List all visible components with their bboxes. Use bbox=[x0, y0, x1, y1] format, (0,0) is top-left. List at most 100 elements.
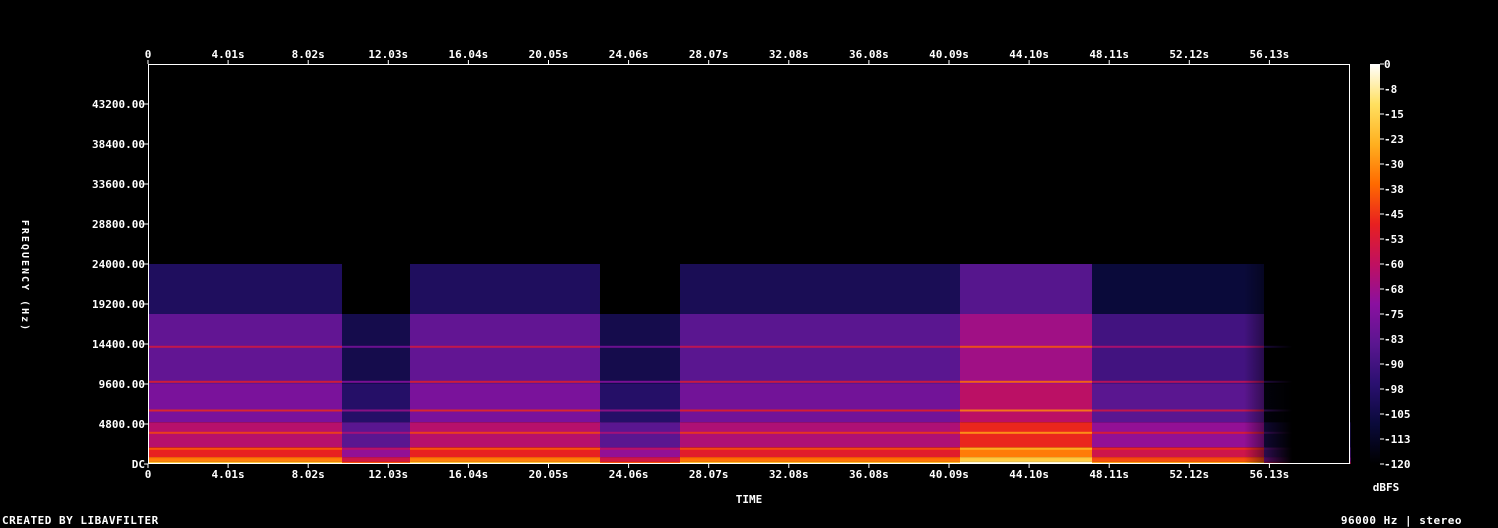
x-tick-label-bottom: 44.10s bbox=[1009, 468, 1049, 481]
y-tick-label: 38400.00 bbox=[92, 138, 145, 151]
x-tick-label-top: 8.02s bbox=[292, 48, 325, 61]
heat-cell bbox=[600, 422, 681, 448]
harmonic-line bbox=[410, 457, 600, 460]
colorbar-tick-label: -113 bbox=[1384, 433, 1411, 446]
y-tick-label: DC bbox=[132, 458, 145, 471]
heat-cell bbox=[960, 384, 1093, 423]
y-tick-label: 33600.00 bbox=[92, 178, 145, 191]
harmonic-line bbox=[1092, 409, 1264, 412]
harmonic-line bbox=[1092, 457, 1264, 460]
heat-cell bbox=[1092, 384, 1265, 423]
x-tick-label-top: 20.05s bbox=[529, 48, 569, 61]
heat-cell bbox=[600, 384, 681, 423]
colorbar-tick-label: -90 bbox=[1384, 358, 1404, 371]
x-tick-label-top: 48.11s bbox=[1089, 48, 1129, 61]
x-tick-label-top: 12.03s bbox=[368, 48, 408, 61]
harmonic-line bbox=[960, 345, 1092, 348]
harmonic-line bbox=[960, 447, 1092, 450]
heat-cell bbox=[148, 264, 343, 314]
heat-cell bbox=[1092, 422, 1265, 448]
y-tick-label: 43200.00 bbox=[92, 98, 145, 111]
colorbar-tick-label: -23 bbox=[1384, 133, 1404, 146]
x-ticks-top: 0 4.01s 8.02s 12.03s 16.04s 20.05s 24.06s 28.07… bbox=[145, 48, 1290, 64]
heat-cell bbox=[960, 264, 1093, 314]
x-tick-label-bottom: 20.05s bbox=[529, 468, 569, 481]
harmonic-line bbox=[600, 380, 680, 383]
heat-cell bbox=[342, 264, 411, 314]
x-tick-label-top: 28.07s bbox=[689, 48, 729, 61]
harmonic-line bbox=[1092, 345, 1264, 348]
harmonic-line bbox=[148, 380, 342, 383]
harmonic-line bbox=[960, 457, 1092, 460]
x-tick-label-bottom: 40.09s bbox=[929, 468, 969, 481]
x-tick-label-bottom: 52.12s bbox=[1169, 468, 1209, 481]
harmonic-line bbox=[600, 431, 680, 434]
x-tick-label-top: 0 bbox=[145, 48, 152, 61]
y-tick-label: 9600.00 bbox=[99, 378, 145, 391]
x-tick-label-bottom: 28.07s bbox=[689, 468, 729, 481]
harmonic-line bbox=[342, 457, 410, 460]
harmonic-line bbox=[410, 345, 600, 348]
harmonic-line bbox=[680, 380, 960, 383]
x-tick-label-top: 56.13s bbox=[1250, 48, 1290, 61]
heat-cell bbox=[1092, 314, 1265, 384]
x-tick-label-top: 36.08s bbox=[849, 48, 889, 61]
heat-cell bbox=[148, 384, 343, 423]
heat-cell bbox=[680, 384, 961, 423]
colorbar-tick-label: 0 bbox=[1384, 58, 1391, 71]
harmonic-line bbox=[960, 431, 1092, 434]
heat-cell bbox=[680, 264, 961, 314]
colorbar-label: dBFS bbox=[1373, 481, 1400, 494]
colorbar-tick-label: -15 bbox=[1384, 108, 1404, 121]
harmonic-line bbox=[1092, 431, 1264, 434]
harmonic-line bbox=[342, 431, 410, 434]
harmonic-line bbox=[680, 345, 960, 348]
harmonic-line bbox=[342, 447, 410, 450]
harmonic-line bbox=[680, 409, 960, 412]
heat-cell bbox=[680, 422, 961, 448]
x-ticks-bottom: 0 4.01s 8.02s 12.03s 16.04s 20.05s 24.06s 28.07… bbox=[145, 464, 1290, 481]
heat-cell bbox=[410, 384, 601, 423]
heat-cell bbox=[680, 314, 961, 384]
harmonic-line bbox=[1092, 447, 1264, 450]
x-tick-label-bottom: 56.13s bbox=[1250, 468, 1290, 481]
harmonic-line bbox=[960, 409, 1092, 412]
x-tick-label-top: 52.12s bbox=[1169, 48, 1209, 61]
x-tick-label-bottom: 12.03s bbox=[368, 468, 408, 481]
harmonic-line bbox=[600, 345, 680, 348]
harmonic-line bbox=[410, 431, 600, 434]
x-axis-label: TIME bbox=[736, 493, 763, 506]
colorbar-ticks: 0 -8 -15 -23 -30 -38 -45 -53 -60 -68 -75 -83 -90 -98 -… bbox=[1380, 58, 1411, 471]
x-tick-label-bottom: 16.04s bbox=[449, 468, 489, 481]
colorbar-tick-label: -120 bbox=[1384, 458, 1411, 471]
heat-cell bbox=[410, 422, 601, 448]
x-tick-label-top: 32.08s bbox=[769, 48, 809, 61]
x-tick-label-top: 16.04s bbox=[449, 48, 489, 61]
silence-region bbox=[1292, 64, 1350, 464]
harmonic-line bbox=[342, 345, 410, 348]
harmonic-line bbox=[410, 380, 600, 383]
colorbar-tick-label: -45 bbox=[1384, 208, 1404, 221]
x-tick-label-top: 24.06s bbox=[609, 48, 649, 61]
heat-cell bbox=[960, 422, 1093, 448]
y-tick-label: 14400.00 bbox=[92, 338, 145, 351]
x-tick-label-bottom: 32.08s bbox=[769, 468, 809, 481]
colorbar-tick-label: -98 bbox=[1384, 383, 1404, 396]
harmonic-line bbox=[342, 409, 410, 412]
spectrogram-figure: 0 4.01s 8.02s 12.03s 16.04s 20.05s 24.06s 28.07… bbox=[0, 0, 1498, 528]
x-tick-label-bottom: 4.01s bbox=[212, 468, 245, 481]
y-tick-label: 19200.00 bbox=[92, 298, 145, 311]
heat-cell bbox=[600, 314, 681, 384]
footer-credit: CREATED BY LIBAVFILTER bbox=[2, 514, 159, 527]
y-ticks: DC 4800.00 9600.00 14400.00 19200.00 24000.00… bbox=[92, 98, 148, 471]
harmonic-line bbox=[148, 431, 342, 434]
harmonic-line bbox=[342, 380, 410, 383]
colorbar-tick-label: -83 bbox=[1384, 333, 1404, 346]
harmonic-line bbox=[148, 457, 342, 460]
x-tick-label-bottom: 0 bbox=[145, 468, 152, 481]
colorbar-tick-label: -30 bbox=[1384, 158, 1404, 171]
colorbar-tick-label: -38 bbox=[1384, 183, 1404, 196]
footer-sample-info: 96000 Hz | stereo bbox=[1340, 514, 1462, 527]
signal-fade bbox=[1244, 64, 1292, 464]
harmonic-line bbox=[680, 457, 960, 460]
